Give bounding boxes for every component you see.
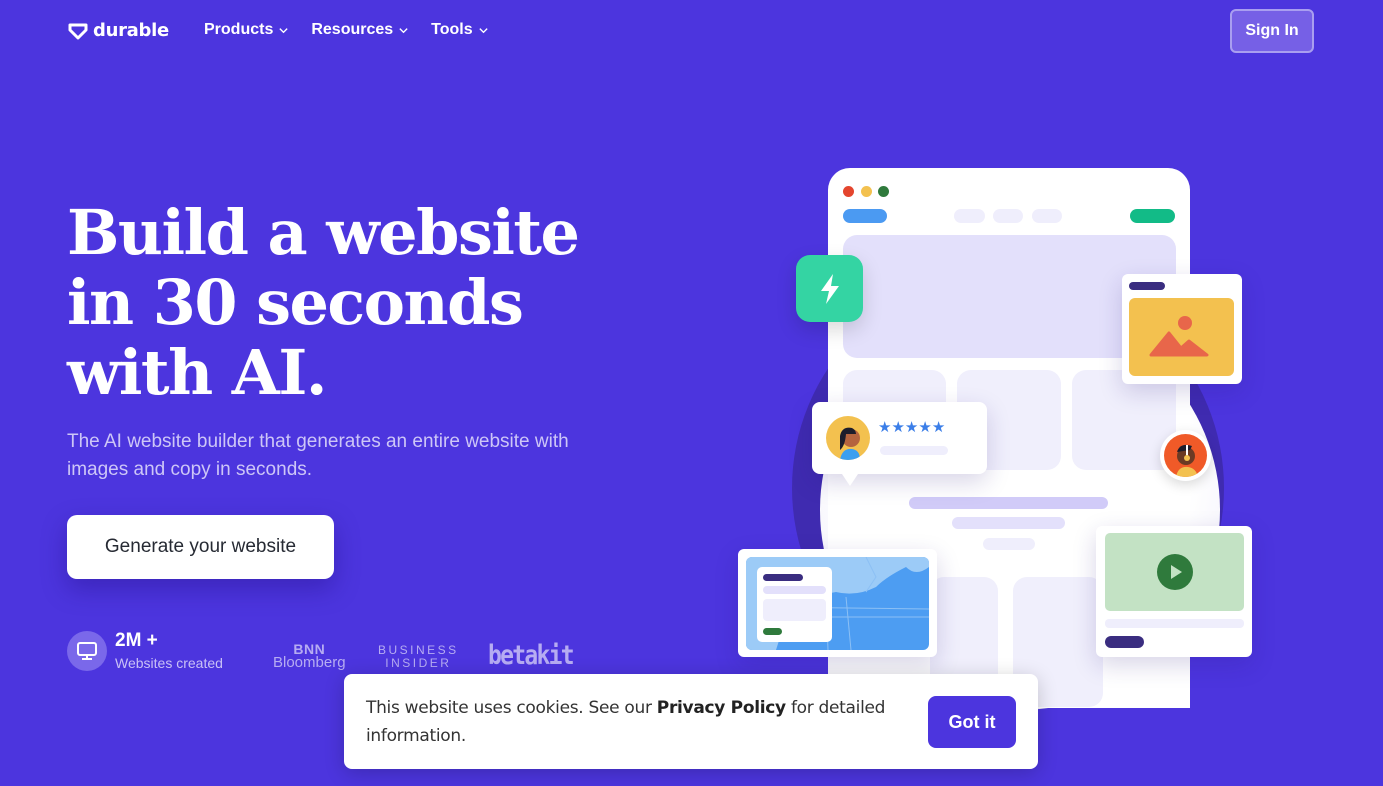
window-dot-green <box>878 186 889 197</box>
map-info-panel <box>757 567 832 642</box>
map-card <box>738 549 937 657</box>
cookie-message: This website uses cookies. See our Priva… <box>366 694 916 750</box>
video-card <box>1096 526 1252 657</box>
window-dot-red <box>843 186 854 197</box>
play-icon <box>1156 554 1193 590</box>
nav-item-tools[interactable]: Tools <box>431 21 488 39</box>
nav-item-resources[interactable]: Resources <box>311 21 409 39</box>
logo[interactable]: durable <box>67 20 169 41</box>
chevron-down-icon <box>479 27 488 33</box>
star-icon: ★ <box>891 419 905 436</box>
mock-nav-pill <box>993 209 1023 223</box>
chevron-down-icon <box>399 27 408 33</box>
lightning-tile <box>796 255 863 322</box>
nav-item-label: Tools <box>431 21 473 38</box>
insider-text: INSIDER <box>385 656 452 670</box>
generate-website-button[interactable]: Generate your website <box>67 515 334 579</box>
chevron-down-icon <box>279 27 288 33</box>
image-card-title-bar <box>1129 282 1165 290</box>
privacy-policy-link[interactable]: Privacy Policy <box>657 698 786 718</box>
mock-nav-pill <box>1032 209 1062 223</box>
top-nav: durable Products Resources Tools Sign In <box>0 0 1383 62</box>
headline-line: in 30 seconds <box>67 266 524 339</box>
star-icon: ★ <box>931 419 946 436</box>
mock-text-line <box>983 538 1035 550</box>
websites-created-stat: 2M + Websites created <box>67 631 223 671</box>
nav-item-label: Resources <box>311 21 394 38</box>
nav-menu: Products Resources Tools <box>204 21 489 39</box>
headline-line: Build a website <box>67 196 580 269</box>
mock-logo-pill <box>843 209 887 223</box>
star-icon: ★ <box>878 419 892 436</box>
support-avatar <box>1160 430 1211 481</box>
speech-tail <box>842 474 858 486</box>
lightning-bolt-icon <box>820 273 839 304</box>
logo-text: durable <box>93 20 169 41</box>
cookie-text: This website uses cookies. See our <box>366 698 657 718</box>
video-button-pill <box>1105 636 1144 648</box>
stat-value: 2M + <box>115 630 158 651</box>
review-text-line <box>880 446 948 455</box>
diamond-logo-icon <box>68 23 88 39</box>
star-rating: ★★★★★ <box>878 418 945 437</box>
video-text-line <box>1105 619 1244 628</box>
map-image <box>746 557 929 650</box>
hero-subtitle: The AI website builder that generates an… <box>67 431 569 480</box>
mock-text-line <box>952 517 1065 529</box>
stat-label: Websites created <box>115 655 223 671</box>
mock-nav-pill <box>954 209 985 223</box>
window-dot-yellow <box>861 186 872 197</box>
star-icon: ★ <box>918 419 932 436</box>
hero-headline: Build a website in 30 seconds with AI. <box>67 198 627 408</box>
star-icon: ★ <box>904 419 919 436</box>
headline-line: with AI. <box>67 336 327 409</box>
review-card: ★★★★★ <box>812 402 987 486</box>
image-mountain-icon <box>1149 316 1209 357</box>
nav-item-products[interactable]: Products <box>204 21 289 39</box>
mock-text-line <box>909 497 1108 509</box>
cookie-banner: This website uses cookies. See our Priva… <box>344 674 1038 769</box>
monitor-icon <box>67 631 107 671</box>
got-it-button[interactable]: Got it <box>928 696 1016 748</box>
image-placeholder <box>1129 298 1234 376</box>
bloomberg-text: Bloomberg <box>273 654 346 671</box>
sign-in-button[interactable]: Sign In <box>1230 9 1314 53</box>
mock-cta-pill <box>1130 209 1175 223</box>
business-insider-logo: BUSINESS INSIDER <box>378 644 459 670</box>
bnn-bloomberg-logo: BNN Bloomberg <box>273 642 346 670</box>
nav-item-label: Products <box>204 21 274 38</box>
video-thumbnail <box>1105 533 1244 611</box>
reviewer-avatar <box>826 416 870 460</box>
betakit-logo: betakit <box>488 640 575 671</box>
